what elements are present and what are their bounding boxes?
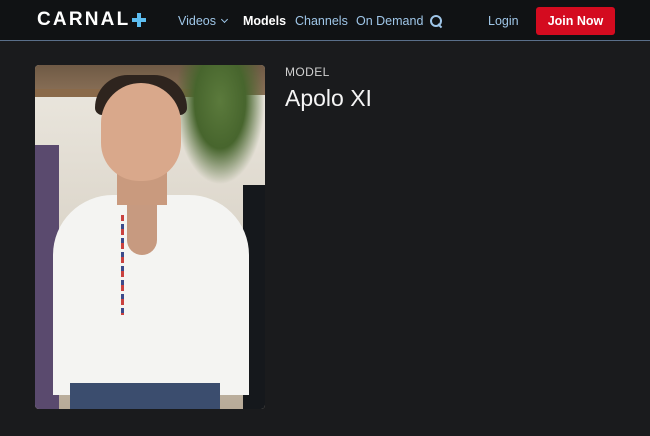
nav-models[interactable]: Models <box>243 0 286 41</box>
login-label: Login <box>488 13 519 28</box>
join-now-button[interactable]: Join Now <box>536 7 615 35</box>
nav-models-label: Models <box>243 13 287 28</box>
nav-videos-label: Videos <box>178 13 216 28</box>
model-photo <box>35 65 265 409</box>
logo-wordmark: CARNAL <box>37 9 131 30</box>
top-navigation-bar: CARNAL Videos Models Channels On Demand … <box>0 0 650 41</box>
login-link[interactable]: Login <box>488 0 519 41</box>
search-button[interactable] <box>430 0 442 41</box>
nav-channels[interactable]: Channels <box>295 0 348 41</box>
model-name: Apolo XI <box>285 85 372 111</box>
join-now-label: Join Now <box>547 14 604 28</box>
nav-on-demand[interactable]: On Demand <box>356 0 423 41</box>
section-label: MODEL <box>285 65 330 79</box>
chevron-down-icon <box>220 15 229 23</box>
nav-videos[interactable]: Videos <box>178 0 229 41</box>
nav-on-demand-label: On Demand <box>356 13 424 28</box>
search-icon <box>430 14 442 27</box>
plus-icon <box>132 12 147 27</box>
site-logo[interactable]: CARNAL <box>37 9 147 30</box>
nav-channels-label: Channels <box>295 13 348 28</box>
